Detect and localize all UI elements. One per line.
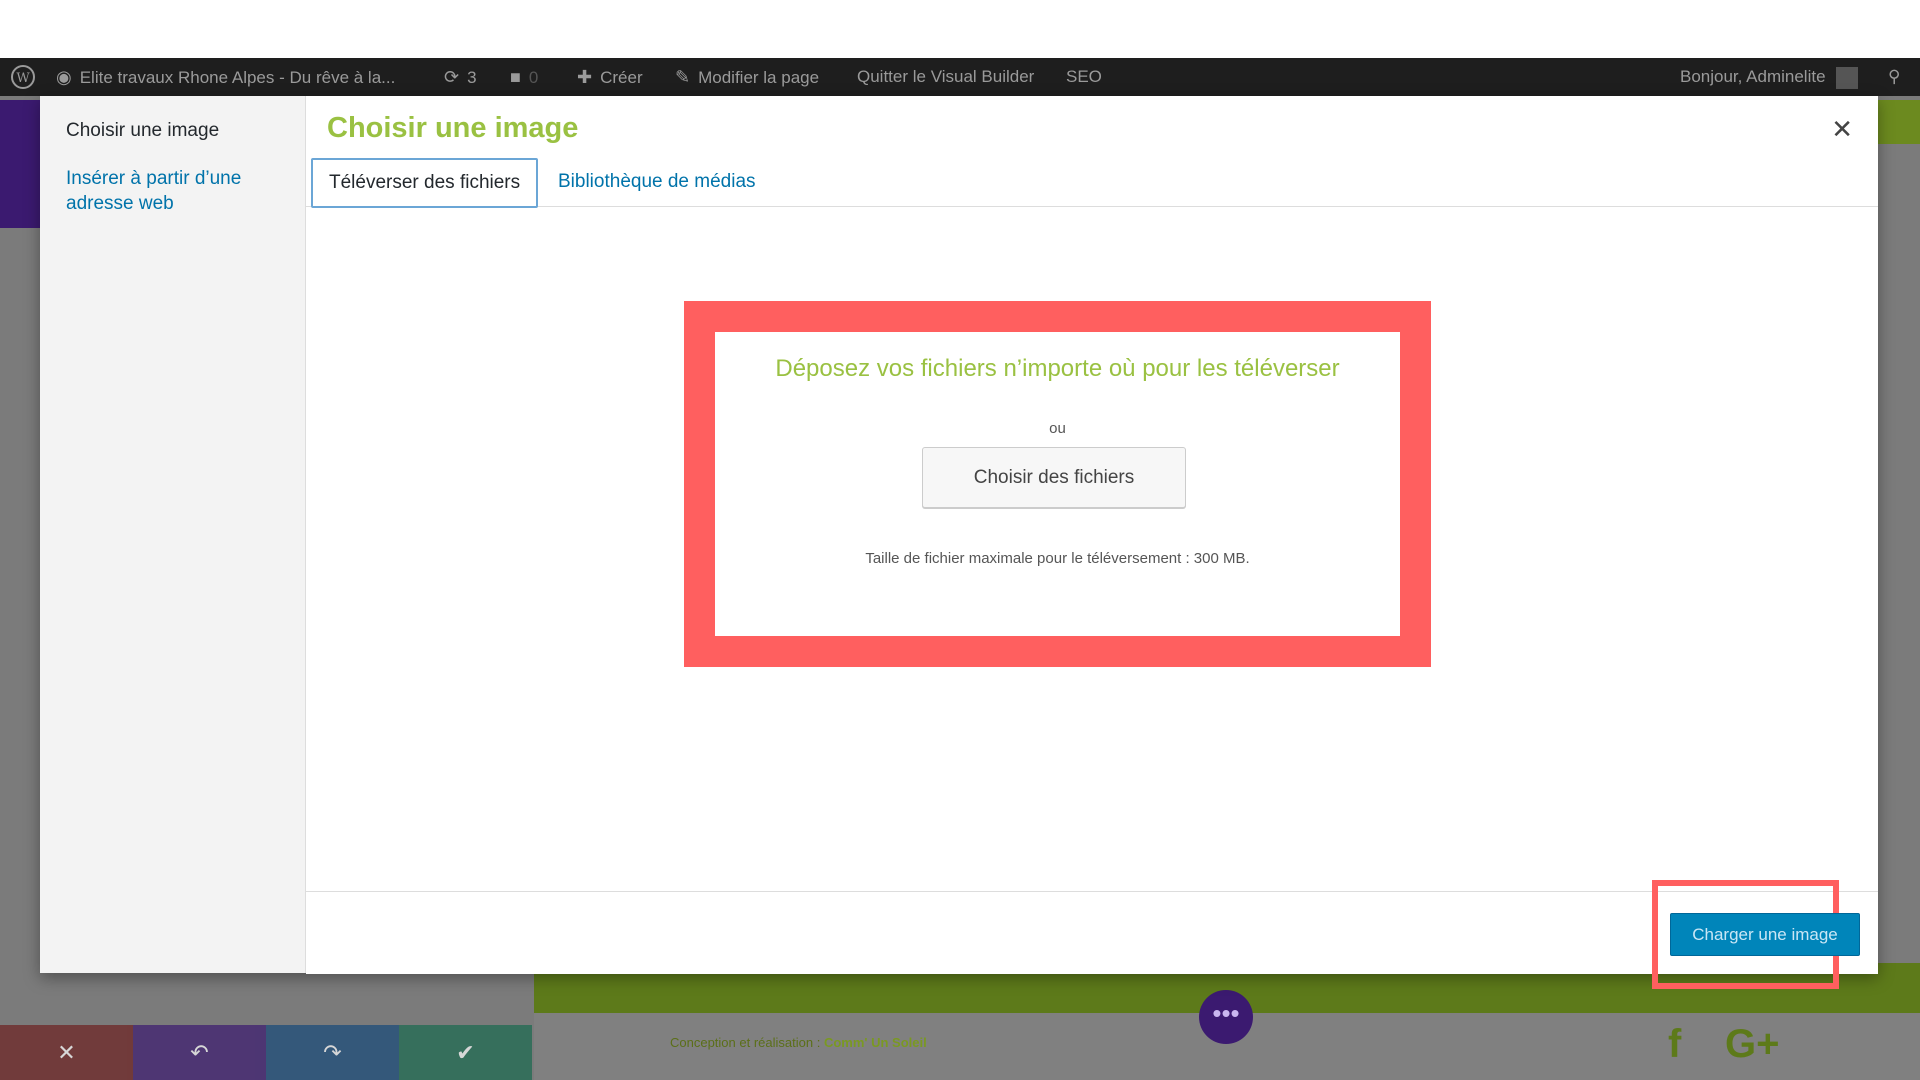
dashboard-icon: ◉ [56, 67, 72, 87]
dropzone-or: ou [1049, 420, 1066, 437]
upload-dropzone[interactable]: Déposez vos fichiers n’importe où pour l… [715, 332, 1400, 636]
max-upload-size: Taille de fichier maximale pour le télév… [865, 550, 1250, 567]
dropzone-highlight: Déposez vos fichiers n’importe où pour l… [684, 301, 1431, 667]
modal-footer [306, 891, 1878, 974]
sidebar-item-choose-image[interactable]: Choisir une image [66, 120, 219, 142]
confirm-button[interactable]: ✔ [399, 1025, 532, 1080]
seo-menu[interactable]: SEO [1066, 58, 1102, 96]
footer-credit-prefix: Conception et réalisation : [670, 1035, 821, 1050]
wordpress-logo-icon[interactable]: W [10, 58, 36, 96]
cancel-button[interactable]: ✕ [0, 1025, 133, 1080]
tab-upload-files[interactable]: Téléverser des fichiers [311, 158, 539, 208]
avatar [1836, 66, 1859, 89]
load-image-button[interactable]: Charger une image [1670, 913, 1860, 956]
footer-credit-name[interactable]: Comm' Un Soleil [824, 1035, 927, 1050]
left-purple-strip [0, 100, 40, 228]
modal-title: Choisir une image [327, 112, 579, 144]
google-plus-icon[interactable]: G+ [1725, 1022, 1779, 1067]
comments-count: 0 [528, 68, 539, 87]
plus-icon: ✚ [577, 67, 593, 87]
tab-media-library[interactable]: Bibliothèque de médias [542, 158, 772, 206]
edit-page-menu[interactable]: ✎ Modifier la page [675, 58, 819, 96]
updates-icon: ⟳ [444, 67, 460, 87]
create-menu[interactable]: ✚ Créer [577, 58, 643, 96]
site-name: Elite travaux Rhone Alpes - Du rêve à la… [79, 68, 396, 87]
account-menu[interactable]: Bonjour, Adminelite [1680, 58, 1859, 96]
footer-credit: Conception et réalisation : Comm' Un Sol… [670, 1035, 927, 1050]
quit-visual-builder-link[interactable]: Quitter le Visual Builder [857, 58, 1034, 96]
choose-files-button[interactable]: Choisir des fichiers [922, 447, 1186, 508]
create-label: Créer [600, 68, 643, 87]
undo-button[interactable]: ↶ [133, 1025, 266, 1080]
dropzone-instructions: Déposez vos fichiers n’importe où pour l… [775, 355, 1340, 382]
search-icon[interactable]: ⚲ [1888, 58, 1900, 96]
updates-count: 3 [467, 68, 477, 87]
comments-menu[interactable]: ■ 0 [510, 58, 538, 96]
updates-menu[interactable]: ⟳ 3 [444, 58, 477, 96]
builder-options-button[interactable]: ••• [1199, 990, 1253, 1044]
facebook-icon[interactable]: f [1668, 1022, 1681, 1067]
site-name-menu[interactable]: ◉ Elite travaux Rhone Alpes - Du rêve à l… [56, 58, 395, 96]
admin-bar: W ◉ Elite travaux Rhone Alpes - Du rêve à… [0, 58, 1920, 96]
greeting: Bonjour, Adminelite [1680, 67, 1826, 86]
redo-button[interactable]: ↷ [266, 1025, 399, 1080]
close-icon[interactable]: ✕ [1831, 114, 1853, 145]
svg-text:W: W [16, 71, 30, 86]
modal-tabs: Téléverser des fichiers Bibliothèque de … [306, 158, 1878, 208]
edit-page-label: Modifier la page [698, 68, 820, 87]
sidebar-item-insert-from-url[interactable]: Insérer à partir d’une adresse web [66, 166, 286, 216]
modal-sidebar: Choisir une image Insérer à partir d’une… [40, 96, 306, 973]
pencil-icon: ✎ [675, 67, 691, 87]
comment-icon: ■ [510, 67, 521, 87]
